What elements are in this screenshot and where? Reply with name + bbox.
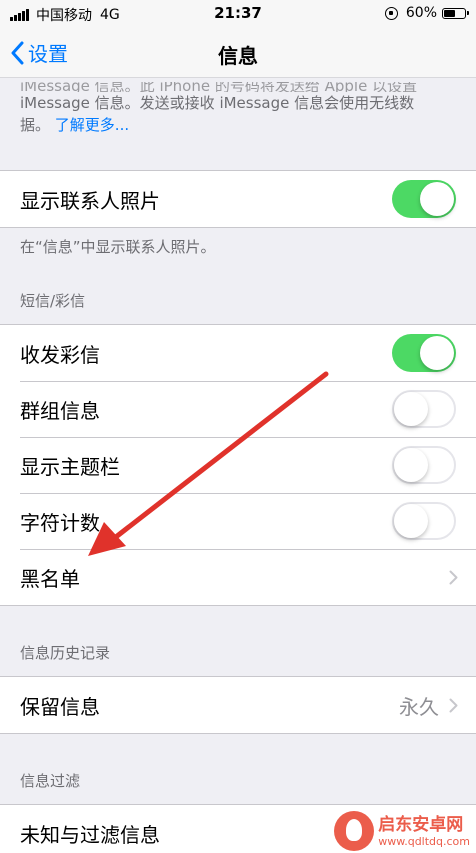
learn-more-link[interactable]: 了解更多... xyxy=(55,116,129,134)
toggle-knob xyxy=(394,448,428,482)
watermark-text: 启东安卓网 www.qdltdq.com xyxy=(378,815,470,848)
battery-fill xyxy=(444,9,456,17)
contact-photos-group: 显示联系人照片 xyxy=(0,170,476,228)
mms-messaging-label: 收发彩信 xyxy=(20,342,100,367)
toggle-knob xyxy=(394,504,428,538)
character-count-label: 字符计数 xyxy=(20,510,100,535)
battery-icon xyxy=(442,7,469,19)
message-filtering-header: 信息过滤 xyxy=(20,772,81,790)
blacklist-label: 黑名单 xyxy=(20,566,80,591)
watermark-url: www.qdltdq.com xyxy=(378,834,470,848)
status-bar: 中国移动 4G 21:37 60% xyxy=(0,0,476,28)
page-title: 信息 xyxy=(218,44,258,68)
character-count-toggle[interactable] xyxy=(392,502,456,540)
intro-line-1: iMessage 信息。发送或接收 iMessage 信息会使用无线数 xyxy=(20,94,415,112)
show-subject-field-toggle[interactable] xyxy=(392,446,456,484)
show-contact-photos-toggle[interactable] xyxy=(392,180,456,218)
nav-bar: 设置 信息 xyxy=(0,28,476,78)
toggle-knob xyxy=(420,336,454,370)
message-history-group: 保留信息 永久 xyxy=(0,676,476,734)
keep-messages-label: 保留信息 xyxy=(20,694,100,719)
blacklist-row[interactable]: 黑名单 xyxy=(0,549,476,605)
toggle-knob xyxy=(420,182,454,216)
chevron-right-icon xyxy=(449,698,458,713)
sms-mms-group: 收发彩信 群组信息 显示主题栏 字符计数 黑名单 xyxy=(0,324,476,606)
mms-messaging-toggle[interactable] xyxy=(392,334,456,372)
imessage-intro-note: iMessage 信息。此 iPhone 的号码将发送给 Apple 以设置 i… xyxy=(0,78,476,144)
message-history-header: 信息历史记录 xyxy=(20,644,111,662)
keep-messages-value: 永久 xyxy=(399,694,439,719)
sms-mms-header: 短信/彩信 xyxy=(20,292,86,310)
group-messaging-label: 群组信息 xyxy=(20,398,100,423)
contact-photos-footer: 在“信息”中显示联系人照片。 xyxy=(20,238,216,256)
keep-messages-row[interactable]: 保留信息 永久 xyxy=(0,677,476,733)
screen: 中国移动 4G 21:37 60% 设置 信息 iMessage 信息。此 iP… xyxy=(0,0,476,853)
character-count-row: 字符计数 xyxy=(0,493,476,549)
watermark-logo-icon xyxy=(334,811,375,851)
settings-content[interactable]: iMessage 信息。此 iPhone 的号码将发送给 Apple 以设置 i… xyxy=(0,78,476,853)
chevron-right-icon xyxy=(449,570,458,585)
show-subject-field-label: 显示主题栏 xyxy=(20,454,120,479)
mms-messaging-row: 收发彩信 xyxy=(0,325,476,381)
show-contact-photos-label: 显示联系人照片 xyxy=(20,188,160,213)
show-subject-field-row: 显示主题栏 xyxy=(0,437,476,493)
show-contact-photos-row: 显示联系人照片 xyxy=(0,171,476,227)
watermark-name: 启东安卓网 xyxy=(378,814,464,835)
intro-line-2: 据。 xyxy=(20,116,51,134)
orientation-lock-icon xyxy=(384,6,398,20)
group-messaging-toggle[interactable] xyxy=(392,390,456,428)
status-right: 60% xyxy=(384,5,469,21)
group-messaging-row: 群组信息 xyxy=(0,381,476,437)
site-watermark: 启东安卓网 www.qdltdq.com xyxy=(334,811,470,851)
toggle-knob xyxy=(394,392,428,426)
intro-faded-line: iMessage 信息。此 iPhone 的号码将发送给 Apple 以设置 xyxy=(20,82,418,92)
battery-percent: 60% xyxy=(405,5,437,21)
